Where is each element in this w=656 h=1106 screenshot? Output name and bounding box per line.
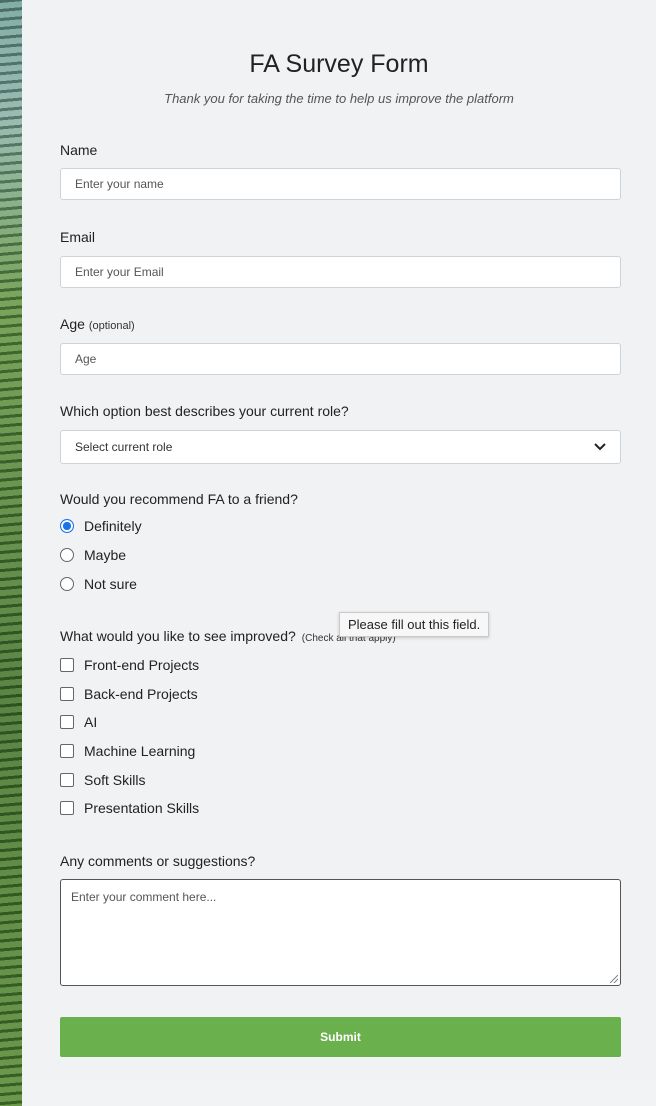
checkbox-label: Soft Skills (84, 772, 146, 788)
email-label: Email (60, 229, 96, 245)
recommend-label: Would you recommend FA to a friend? (60, 491, 298, 507)
checkbox[interactable] (60, 687, 74, 701)
background-image (0, 0, 22, 1106)
resize-handle-icon[interactable] (610, 975, 618, 983)
page-title: FA Survey Form (249, 50, 429, 78)
radio-option-definitely[interactable]: Definitely (60, 518, 142, 534)
age-input[interactable] (60, 343, 621, 375)
comments-label: Any comments or suggestions? (60, 853, 256, 869)
age-label: Age (optional) (60, 316, 135, 332)
radio-label: Maybe (84, 547, 127, 563)
checkbox-presentation-skills[interactable]: Presentation Skills (60, 800, 199, 816)
role-label: Which option best describes your current… (60, 403, 349, 419)
age-optional-hint: (optional) (88, 320, 135, 332)
checkbox-back-end[interactable]: Back-end Projects (60, 686, 198, 702)
checkbox[interactable] (60, 773, 74, 787)
checkbox-front-end[interactable]: Front-end Projects (60, 657, 199, 673)
submit-button[interactable]: Submit (60, 1017, 621, 1057)
age-label-text: Age (60, 316, 85, 332)
checkbox-ai[interactable]: AI (60, 714, 97, 730)
checkbox-machine-learning[interactable]: Machine Learning (60, 743, 195, 759)
checkbox[interactable] (60, 658, 74, 672)
radio-button[interactable] (60, 577, 74, 591)
checkbox-label: Front-end Projects (84, 657, 200, 673)
improve-label-text: What would you like to see improved? (60, 628, 296, 644)
checkbox[interactable] (60, 744, 74, 758)
radio-button-selected[interactable] (60, 519, 74, 533)
validation-tooltip: Please fill out this field. (339, 612, 490, 637)
role-select-value: Select current role (75, 440, 173, 454)
comments-textarea[interactable]: Enter your comment here... (60, 879, 621, 986)
name-label: Name (60, 142, 98, 158)
role-select[interactable]: Select current role (60, 430, 621, 464)
radio-label: Definitely (84, 518, 142, 534)
checkbox-label: AI (84, 714, 98, 730)
checkbox[interactable] (60, 801, 74, 815)
comments-placeholder: Enter your comment here... (71, 890, 217, 904)
radio-option-not-sure[interactable]: Not sure (60, 576, 137, 592)
checkbox[interactable] (60, 715, 74, 729)
checkbox-soft-skills[interactable]: Soft Skills (60, 772, 145, 788)
chevron-down-icon (594, 440, 606, 454)
survey-form: FA Survey Form Thank you for taking the … (22, 0, 656, 1080)
checkbox-label: Back-end Projects (84, 686, 198, 702)
radio-option-maybe[interactable]: Maybe (60, 547, 126, 563)
radio-button[interactable] (60, 548, 74, 562)
page-subtitle: Thank you for taking the time to help us… (164, 91, 514, 106)
radio-label: Not sure (84, 576, 137, 592)
name-input[interactable] (60, 168, 621, 200)
email-input[interactable] (60, 256, 621, 288)
checkbox-label: Presentation Skills (84, 800, 200, 816)
checkbox-label: Machine Learning (84, 743, 196, 759)
